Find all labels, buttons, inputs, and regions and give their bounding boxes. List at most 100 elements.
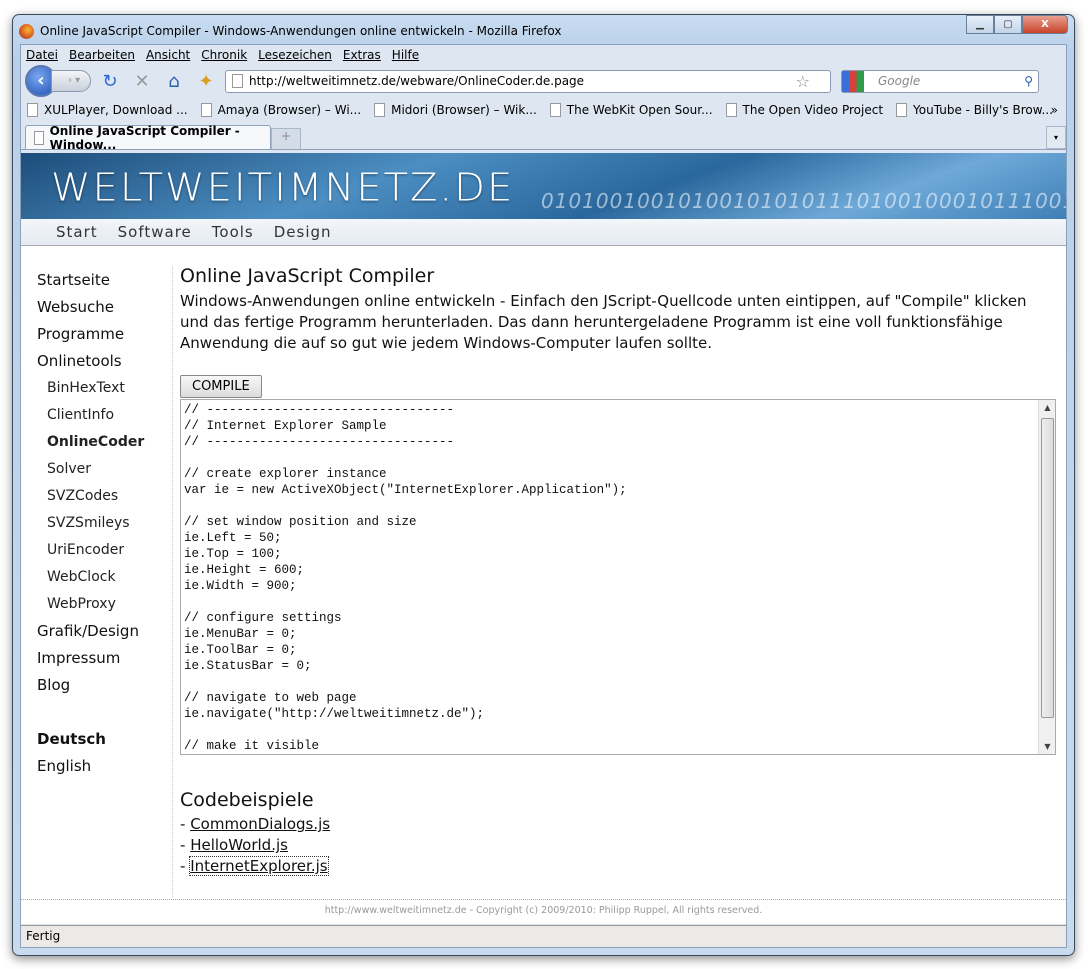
menu-ansicht[interactable]: Ansicht bbox=[146, 48, 190, 62]
site-banner: 0101001001010010101011101001000101110010… bbox=[21, 153, 1066, 219]
code-text[interactable]: // --------------------------------- // … bbox=[181, 400, 1055, 754]
sidebar-item-clientinfo[interactable]: ClientInfo bbox=[37, 402, 172, 429]
stop-icon[interactable]: ✕ bbox=[129, 71, 155, 92]
maximize-button[interactable]: ▢ bbox=[994, 15, 1022, 34]
page-icon bbox=[896, 103, 908, 117]
scroll-thumb[interactable] bbox=[1041, 418, 1054, 718]
search-icon[interactable]: ⚲ bbox=[1024, 74, 1033, 88]
bookmark-label: YouTube - Billy's Brow... bbox=[913, 103, 1053, 117]
example-item: - CommonDialogs.js bbox=[180, 814, 1056, 835]
firefox-icon bbox=[19, 23, 34, 39]
main-content: Online JavaScript Compiler Windows-Anwen… bbox=[180, 265, 1056, 877]
title-bar: Online JavaScript Compiler - Windows-Anw… bbox=[19, 15, 1068, 43]
language-deutsch[interactable]: Deutsch bbox=[37, 726, 172, 753]
bookmark-item[interactable]: Amaya (Browser) – Wi... bbox=[200, 103, 362, 117]
bookmark-item[interactable]: The Open Video Project bbox=[725, 103, 884, 117]
bookmark-label: Amaya (Browser) – Wi... bbox=[217, 103, 362, 117]
sidebar-item-uriencoder[interactable]: UriEncoder bbox=[37, 537, 172, 564]
bookmark-label: The Open Video Project bbox=[742, 103, 884, 117]
example-link-internetexplorer[interactable]: InternetExplorer.js bbox=[189, 856, 329, 876]
bookmark-label: XULPlayer, Download ... bbox=[44, 103, 188, 117]
bookmark-item[interactable]: The WebKit Open Sour... bbox=[549, 103, 713, 117]
sidebar-item-websuche[interactable]: Websuche bbox=[37, 294, 172, 321]
bookmark-star-icon[interactable]: ☆ bbox=[796, 72, 810, 91]
search-placeholder: Google bbox=[878, 74, 921, 88]
sidebar-item-svzsmileys[interactable]: SVZSmileys bbox=[37, 510, 172, 537]
sidebar-item-grafik-design[interactable]: Grafik/Design bbox=[37, 618, 172, 645]
new-tab-button[interactable]: + bbox=[271, 128, 301, 149]
menu-lesezeichen[interactable]: Lesezeichen bbox=[258, 48, 332, 62]
site-top-nav: Start Software Tools Design bbox=[21, 219, 1066, 246]
home-icon[interactable]: ⌂ bbox=[161, 71, 187, 92]
bookmark-item[interactable]: Midori (Browser) – Wik... bbox=[374, 103, 537, 117]
bookmark-label: Midori (Browser) – Wik... bbox=[391, 103, 537, 117]
more-bookmarks-icon[interactable]: » bbox=[1051, 103, 1058, 117]
forward-button[interactable]: › ▾ bbox=[51, 70, 91, 92]
page-icon bbox=[374, 103, 386, 117]
sidebar-item-webproxy[interactable]: WebProxy bbox=[37, 591, 172, 618]
bookmarks-bar: XULPlayer, Download ... Amaya (Browser) … bbox=[21, 97, 1066, 123]
examples-title: Codebeispiele bbox=[180, 789, 314, 811]
sidebar-item-binhextext[interactable]: BinHexText bbox=[37, 375, 172, 402]
google-icon[interactable] bbox=[842, 70, 864, 92]
bookmark-item[interactable]: XULPlayer, Download ... bbox=[27, 103, 188, 117]
bookmark-item[interactable]: YouTube - Billy's Brow... bbox=[896, 103, 1053, 117]
browser-window: Online JavaScript Compiler - Windows-Anw… bbox=[12, 14, 1075, 956]
example-item: - HelloWorld.js bbox=[180, 835, 1056, 856]
sidebar-item-webclock[interactable]: WebClock bbox=[37, 564, 172, 591]
bullet: - bbox=[180, 857, 191, 875]
menu-extras[interactable]: Extras bbox=[343, 48, 381, 62]
sidebar-item-onlinetools[interactable]: Onlinetools bbox=[37, 348, 172, 375]
tab-list-button[interactable]: ▾ bbox=[1046, 126, 1066, 149]
minimize-button[interactable]: ▁ bbox=[966, 15, 994, 34]
sidebar-item-solver[interactable]: Solver bbox=[37, 456, 172, 483]
sidebar-item-impressum[interactable]: Impressum bbox=[37, 645, 172, 672]
menu-hilfe[interactable]: Hilfe bbox=[392, 48, 419, 62]
addon-icon[interactable]: ✦ bbox=[193, 71, 219, 92]
search-box[interactable]: Google ⚲ bbox=[841, 69, 1039, 93]
url-bar[interactable]: http://weltweitimnetz.de/webware/OnlineC… bbox=[225, 69, 831, 93]
bookmark-label: The WebKit Open Sour... bbox=[566, 103, 713, 117]
sidebar: Startseite Websuche Programme Onlinetool… bbox=[37, 267, 173, 897]
topnav-tools[interactable]: Tools bbox=[212, 223, 254, 241]
topnav-start[interactable]: Start bbox=[56, 223, 98, 241]
sidebar-item-blog[interactable]: Blog bbox=[37, 672, 172, 699]
intro-text: Windows-Anwendungen online entwickeln - … bbox=[180, 292, 1027, 352]
menu-bearbeiten[interactable]: Bearbeiten bbox=[69, 48, 135, 62]
code-editor[interactable]: // --------------------------------- // … bbox=[180, 399, 1056, 755]
page-icon bbox=[200, 103, 212, 117]
menu-datei[interactable]: Datei bbox=[26, 48, 58, 62]
topnav-design[interactable]: Design bbox=[274, 223, 332, 241]
menu-bar: Datei Bearbeiten Ansicht Chronik Lesezei… bbox=[21, 45, 1066, 65]
tab-strip: Online JavaScript Compiler - Window... +… bbox=[21, 123, 1066, 152]
site-logo[interactable]: WELTWEITIMNETZ.DE bbox=[51, 166, 514, 210]
sidebar-item-startseite[interactable]: Startseite bbox=[37, 267, 172, 294]
compile-button[interactable]: COMPILE bbox=[180, 375, 262, 398]
sidebar-item-svzcodes[interactable]: SVZCodes bbox=[37, 483, 172, 510]
topnav-software[interactable]: Software bbox=[118, 223, 192, 241]
example-link-helloworld[interactable]: HelloWorld.js bbox=[190, 836, 288, 854]
url-text: http://weltweitimnetz.de/webware/OnlineC… bbox=[249, 74, 585, 88]
page-icon bbox=[549, 103, 561, 117]
language-english[interactable]: English bbox=[37, 753, 172, 780]
reload-icon[interactable]: ↻ bbox=[97, 71, 123, 92]
menu-chronik[interactable]: Chronik bbox=[201, 48, 247, 62]
binary-decoration: 0101001001010010101011101001000101110010… bbox=[541, 189, 1066, 213]
close-button[interactable]: X bbox=[1022, 15, 1068, 34]
scroll-up-icon[interactable]: ▲ bbox=[1039, 403, 1055, 412]
page-icon bbox=[232, 74, 243, 88]
editor-scrollbar[interactable]: ▲ ▼ bbox=[1038, 400, 1055, 754]
bullet: - bbox=[180, 836, 191, 854]
example-link-commondialogs[interactable]: CommonDialogs.js bbox=[190, 815, 330, 833]
sidebar-item-onlinecoder[interactable]: OnlineCoder bbox=[37, 429, 172, 456]
sidebar-item-programme[interactable]: Programme bbox=[37, 321, 172, 348]
tab-active[interactable]: Online JavaScript Compiler - Window... bbox=[25, 123, 271, 152]
window-title: Online JavaScript Compiler - Windows-Anw… bbox=[40, 24, 562, 38]
scroll-down-icon[interactable]: ▼ bbox=[1039, 742, 1055, 751]
site-footer: http://www.weltweitimnetz.de - Copyright… bbox=[21, 899, 1066, 916]
bullet: - bbox=[180, 815, 191, 833]
status-bar: Fertig bbox=[21, 925, 1066, 947]
navigation-toolbar: ‹ › ▾ ↻ ✕ ⌂ ✦ http://weltweitimnetz.de/w… bbox=[21, 65, 1066, 97]
tab-label: Online JavaScript Compiler - Window... bbox=[49, 123, 240, 152]
